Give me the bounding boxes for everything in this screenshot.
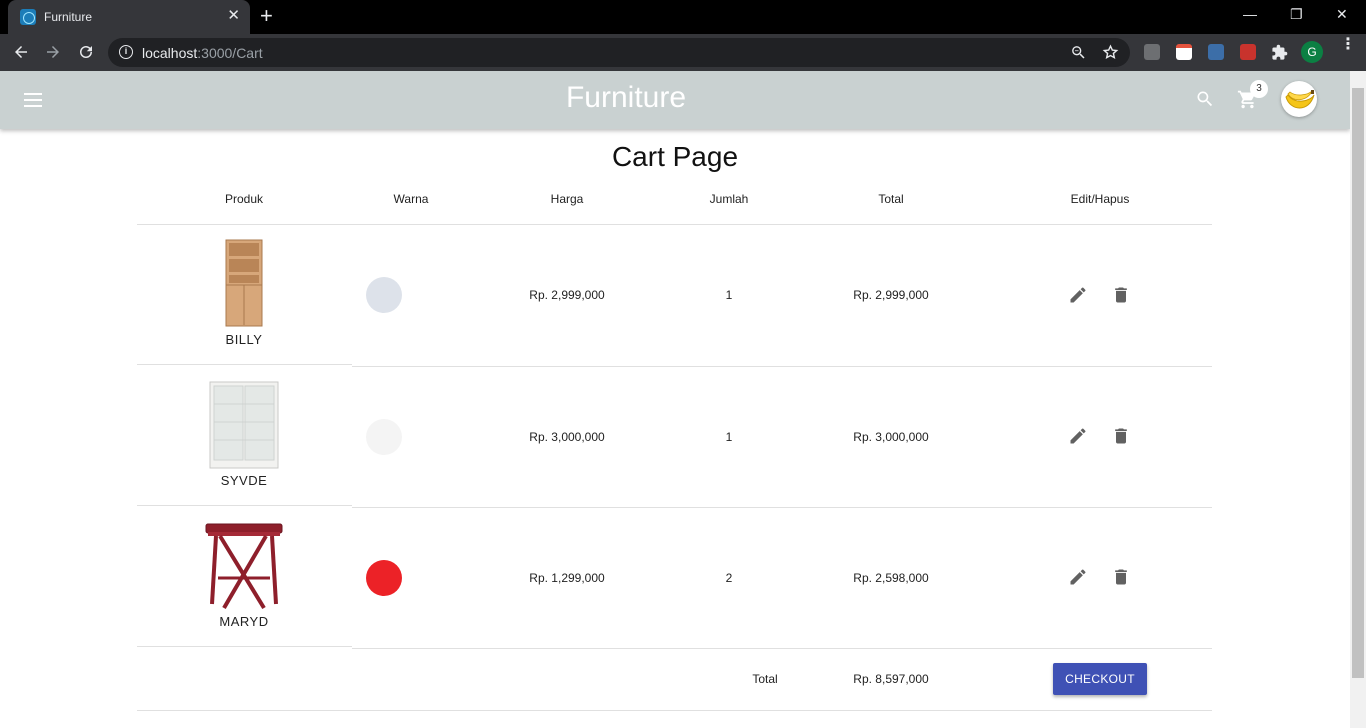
color-swatch (366, 277, 402, 313)
banana-icon (1285, 90, 1315, 109)
footer-divider (137, 710, 1212, 711)
back-icon[interactable] (12, 43, 30, 61)
zoom-icon[interactable] (1070, 44, 1087, 61)
browser-toolbar: i localhost:3000/Cart G ⋮ (0, 34, 1366, 71)
qty-cell: 1 (725, 430, 733, 444)
header-edit-hapus: Edit/Hapus (1070, 192, 1130, 206)
app-bar: Furniture 3 (0, 71, 1350, 129)
row-divider (137, 505, 352, 506)
row-divider (137, 646, 352, 647)
extension-calendar-icon[interactable] (1176, 44, 1192, 60)
price-cell: Rp. 1,299,000 (529, 571, 605, 585)
reload-icon[interactable] (77, 43, 95, 61)
extension-red-icon[interactable] (1240, 44, 1256, 60)
product-name: MARYD (219, 614, 269, 629)
page-viewport: Furniture 3 Cart Page Produk Warna Harga… (0, 71, 1350, 728)
checkout-button[interactable]: CHECKOUT (1053, 663, 1147, 695)
product-name: BILLY (225, 332, 263, 347)
minimize-icon[interactable]: — (1243, 6, 1257, 22)
header-divider (137, 224, 1212, 225)
page-title: Cart Page (611, 141, 739, 172)
address-bar[interactable]: i localhost:3000/Cart (108, 38, 1130, 67)
total-cell: Rp. 2,999,000 (853, 288, 929, 302)
delete-icon[interactable] (1111, 426, 1131, 446)
extension-grid-icon[interactable] (1208, 44, 1224, 60)
row-divider (352, 366, 1212, 367)
grand-total-label: Total (752, 672, 778, 686)
product-name: SYVDE (220, 473, 268, 488)
row-divider (352, 648, 1212, 649)
edit-icon[interactable] (1068, 426, 1088, 446)
user-avatar[interactable] (1281, 81, 1317, 117)
edit-icon[interactable] (1068, 285, 1088, 305)
header-total: Total (878, 192, 904, 206)
header-produk: Produk (224, 192, 264, 206)
product-image-syvde (209, 381, 279, 469)
forward-icon[interactable] (44, 43, 62, 61)
qty-cell: 1 (725, 288, 733, 302)
url-text: localhost:3000/Cart (142, 45, 263, 61)
delete-icon[interactable] (1111, 567, 1131, 587)
total-cell: Rp. 3,000,000 (853, 430, 929, 444)
extension-1-icon[interactable] (1144, 44, 1160, 60)
bookmark-star-icon[interactable] (1102, 44, 1119, 61)
header-harga: Harga (550, 192, 584, 206)
tab-close-icon[interactable]: ✕ (227, 8, 240, 24)
profile-avatar[interactable]: G (1301, 41, 1323, 63)
tab-title: Furniture (44, 10, 93, 24)
browser-tab-strip: Furniture ✕ + — ❐ ✕ (0, 0, 1366, 34)
header-warna: Warna (393, 192, 429, 206)
row-divider (352, 507, 1212, 508)
product-image-maryd (205, 523, 283, 610)
browser-menu-icon[interactable]: ⋮ (1340, 37, 1356, 53)
row-divider (137, 364, 352, 365)
edit-icon[interactable] (1068, 567, 1088, 587)
browser-tab[interactable]: Furniture ✕ (8, 0, 250, 34)
product-image-billy (225, 239, 263, 327)
site-info-icon[interactable]: i (119, 45, 133, 59)
app-title: Furniture (565, 81, 687, 114)
restore-icon[interactable]: ❐ (1290, 6, 1303, 23)
search-icon[interactable] (1195, 89, 1215, 109)
price-cell: Rp. 3,000,000 (529, 430, 605, 444)
window-close-icon[interactable]: ✕ (1336, 6, 1348, 23)
qty-cell: 2 (725, 571, 733, 585)
react-favicon-icon (20, 9, 36, 25)
page-scrollbar[interactable] (1350, 71, 1366, 728)
grand-total-value: Rp. 8,597,000 (853, 672, 929, 686)
scrollbar-thumb[interactable] (1352, 88, 1364, 678)
new-tab-icon[interactable]: + (260, 5, 273, 27)
total-cell: Rp. 2,598,000 (853, 571, 929, 585)
cart-count-badge: 3 (1250, 80, 1268, 98)
color-swatch (366, 560, 402, 596)
color-swatch (366, 419, 402, 455)
extensions-puzzle-icon[interactable] (1271, 44, 1288, 61)
header-jumlah: Jumlah (709, 192, 749, 206)
price-cell: Rp. 2,999,000 (529, 288, 605, 302)
delete-icon[interactable] (1111, 285, 1131, 305)
